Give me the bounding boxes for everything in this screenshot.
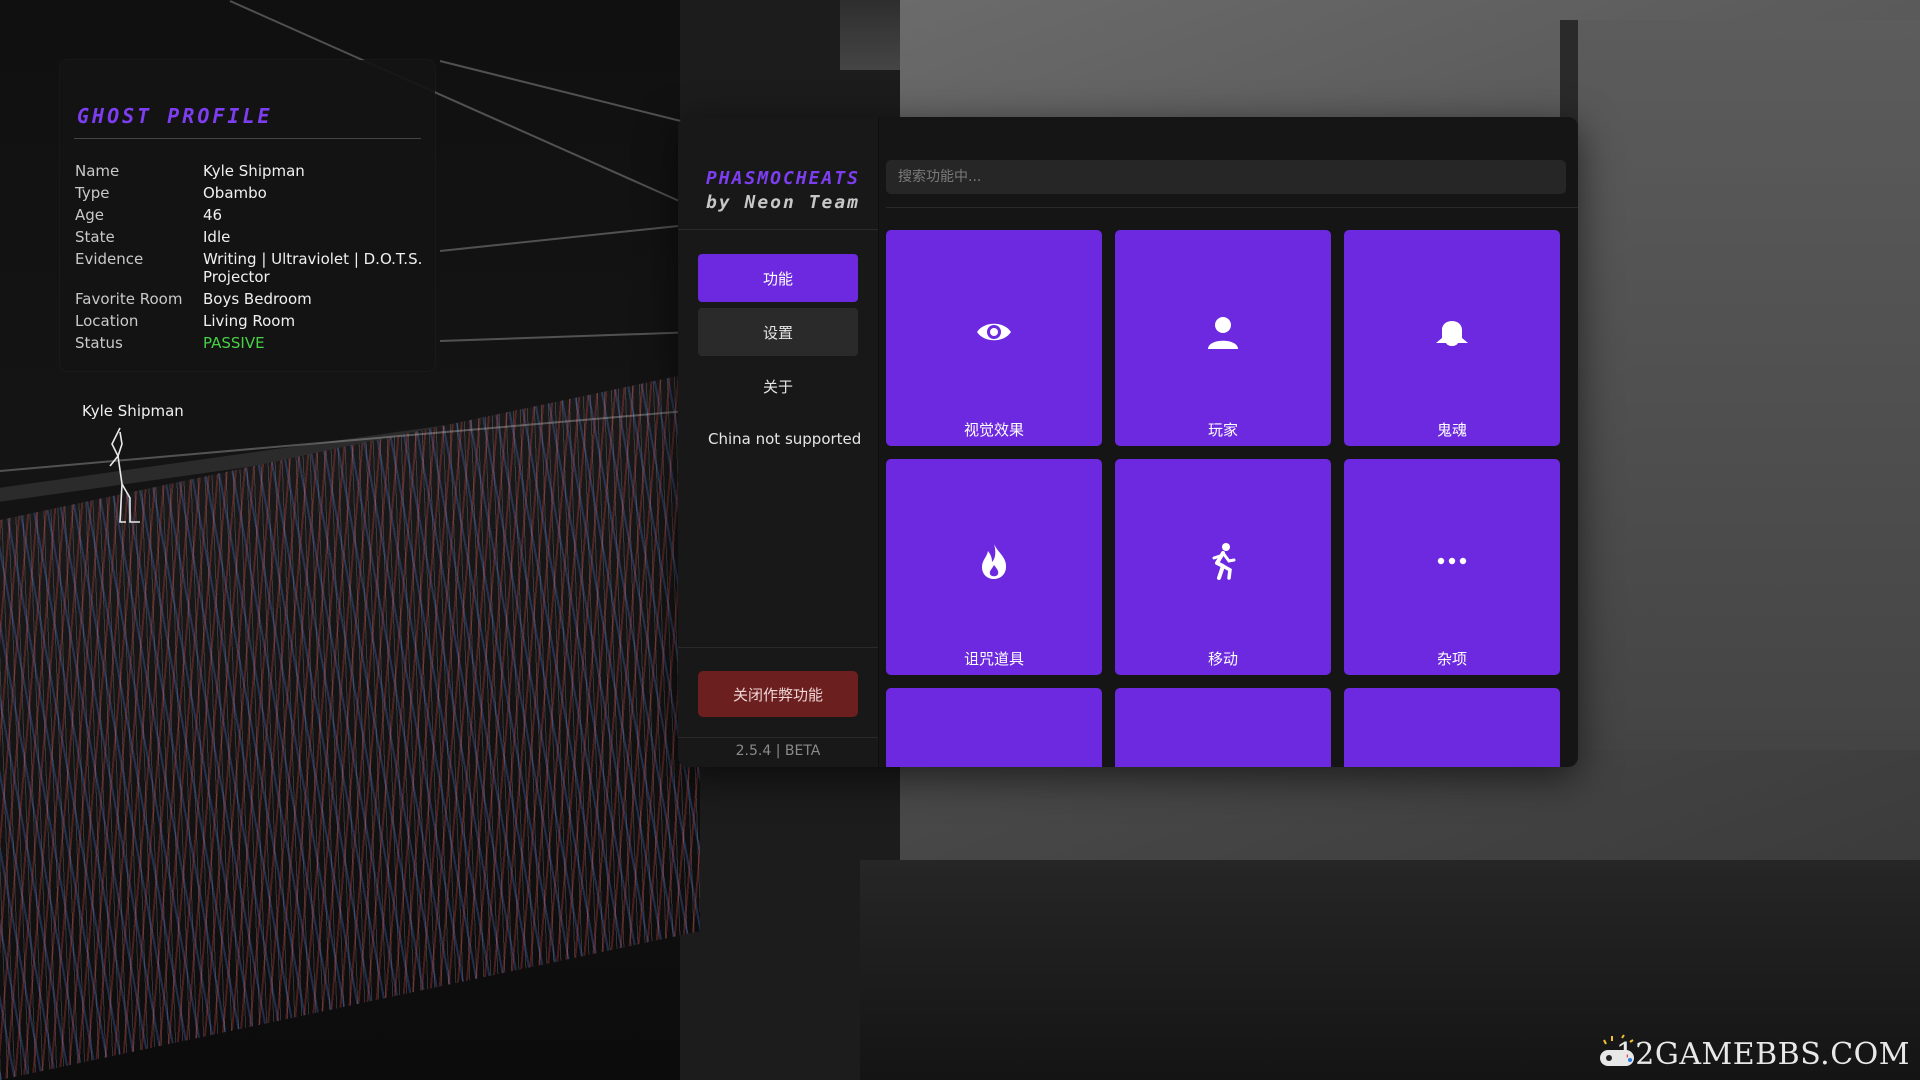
tile-label: 鬼魂	[1436, 421, 1467, 439]
tile-label: 移动	[1207, 650, 1238, 668]
running-icon	[1212, 543, 1236, 580]
tile-placeholder[interactable]	[1115, 688, 1331, 767]
tile-label: 视觉效果	[963, 421, 1024, 439]
tile-ghost[interactable]: 鬼魂	[1344, 230, 1560, 446]
ghost-esp-label: Kyle Shipman	[82, 402, 184, 420]
ghost-value: Boys Bedroom	[203, 290, 312, 308]
sidebar-divider	[678, 229, 878, 230]
ghost-value: Obambo	[203, 184, 267, 202]
ghost-key: Favorite Room	[75, 290, 183, 308]
fire-icon	[982, 544, 1007, 579]
ghost-status-value: PASSIVE	[203, 334, 265, 352]
tile-label: 玩家	[1207, 421, 1238, 439]
ghost-row-state: State Idle	[75, 228, 425, 246]
ghost-icon	[1436, 321, 1468, 346]
ghost-key: Evidence	[75, 250, 144, 268]
menu-sidebar: PHASMOCHEATS by Neon Team 功能 设置 关于 China…	[678, 117, 879, 767]
wall-panel	[1560, 20, 1920, 750]
eye-icon	[977, 323, 1011, 341]
sidebar-divider	[678, 737, 878, 738]
tile-visual-effects[interactable]: 视觉效果	[886, 230, 1102, 446]
version-label: 2.5.4 | BETA	[735, 743, 821, 759]
nav-item-features[interactable]: 功能	[698, 254, 858, 302]
search-input[interactable]	[886, 160, 1566, 194]
user-icon	[1208, 317, 1238, 349]
feature-grid: 视觉效果 玩家 鬼魂 诅咒道具 移动 杂项	[886, 230, 1578, 767]
brand-logo: PHASMOCHEATS by Neon Team	[694, 167, 872, 215]
ghost-value: Living Room	[203, 312, 296, 330]
content-divider	[886, 207, 1578, 208]
disable-cheats-button[interactable]: 关闭作弊功能	[698, 671, 858, 717]
ghost-value: 46	[203, 206, 223, 224]
ghost-key: Location	[75, 312, 139, 330]
ghost-key: Type	[75, 184, 110, 202]
ellipsis-icon	[1437, 557, 1467, 565]
nav-item-about[interactable]: 关于	[698, 362, 858, 410]
ghost-row-type: Type Obambo	[75, 184, 425, 202]
search-bar	[886, 160, 1566, 194]
ghost-key: Age	[75, 206, 105, 224]
ghost-value: Idle	[203, 228, 231, 246]
ghost-value: Writing | Ultraviolet | D.O.T.S. Project…	[203, 250, 423, 286]
sidebar-divider	[678, 647, 878, 648]
tile-label: 诅咒道具	[963, 650, 1024, 668]
ghost-profile-title: GHOST PROFILE	[77, 104, 273, 128]
tile-misc[interactable]: 杂项	[1344, 459, 1560, 675]
ghost-row-age: Age 46	[75, 206, 425, 224]
tile-movement[interactable]: 移动	[1115, 459, 1331, 675]
ghost-row-favorite-room: Favorite Room Boys Bedroom	[75, 290, 425, 308]
ghost-row-location: Location Living Room	[75, 312, 425, 330]
ghost-key: Status	[75, 334, 123, 352]
site-watermark: 12GAMEBBS.COM	[1615, 1037, 1910, 1072]
brand-title: PHASMOCHEATS	[705, 168, 861, 189]
ghost-key: State	[75, 228, 115, 246]
ghost-profile-panel: GHOST PROFILE Name Kyle Shipman Type Oba…	[60, 60, 435, 371]
tile-placeholder[interactable]	[886, 688, 1102, 767]
ghost-row-name: Name Kyle Shipman	[75, 162, 425, 180]
ghost-profile-divider	[74, 138, 421, 139]
ghost-row-evidence: Evidence Writing | Ultraviolet | D.O.T.S…	[75, 250, 425, 286]
ghost-profile-rows: Name Kyle Shipman Type Obambo Age 46 Sta…	[75, 162, 425, 356]
ghost-skeleton-icon	[109, 427, 140, 523]
ghost-value: Kyle Shipman	[203, 162, 305, 180]
ghost-row-status: Status PASSIVE	[75, 334, 425, 352]
region-note: China not supported	[708, 430, 862, 448]
brand-subtitle: by Neon Team	[705, 192, 861, 213]
nav-item-settings[interactable]: 设置	[698, 308, 858, 356]
tile-label: 杂项	[1436, 650, 1467, 668]
tile-cursed-items[interactable]: 诅咒道具	[886, 459, 1102, 675]
tile-placeholder[interactable]	[1344, 688, 1560, 767]
cheat-menu-window: PHASMOCHEATS by Neon Team 功能 设置 关于 China…	[678, 117, 1578, 767]
ghost-key: Name	[75, 162, 120, 180]
tile-player[interactable]: 玩家	[1115, 230, 1331, 446]
